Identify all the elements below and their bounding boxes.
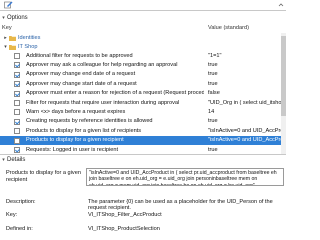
expand-icon[interactable]: ▸ <box>2 35 9 41</box>
option-value: "UID_Org in ( select uid_itshoporg from <box>208 99 286 106</box>
option-key: Approver may ask a colleague for help re… <box>26 61 178 68</box>
collapse-chevron-icon: ▾ <box>2 14 5 21</box>
option-row[interactable]: Approver may change end date of a reques… <box>0 70 286 79</box>
selected-option-label: Products to display for a given recipien… <box>6 170 81 183</box>
scrollbar-thumb[interactable] <box>281 36 286 116</box>
option-checkbox[interactable] <box>14 71 20 78</box>
tree-node-it-shop[interactable]: ▾ IT Shop <box>0 42 286 51</box>
option-key: Products to display for a given list of … <box>26 127 142 134</box>
option-key: Products to display for a given recipien… <box>26 137 124 144</box>
option-row[interactable]: Approver may change start date of a requ… <box>0 79 286 88</box>
value-field[interactable]: "isInActive=0 and UID_AccProduct in ( se… <box>86 168 284 186</box>
details-title: Details <box>7 156 26 163</box>
option-row[interactable]: Approver must enter a reason for rejecti… <box>0 89 286 98</box>
option-key: Filter for requests that require user in… <box>26 99 180 106</box>
option-value: true <box>208 146 218 153</box>
column-header-value[interactable]: Value (standard) <box>208 25 249 31</box>
toolbar <box>0 0 286 10</box>
option-row[interactable]: Products to display for a given recipien… <box>0 135 286 145</box>
description-value: The parameter {0} can be used as a place… <box>88 199 273 211</box>
option-value: 14 <box>208 108 215 115</box>
option-key: Warn <x> days before a request expires <box>26 108 126 115</box>
option-checkbox[interactable] <box>14 53 20 59</box>
divider <box>0 10 286 11</box>
option-checkbox[interactable] <box>14 128 20 135</box>
option-value: "isInActive=0 and UID_AccProduct in <box>208 137 286 144</box>
option-key: Approver may change end date of a reques… <box>26 71 136 78</box>
tree-node-label: Identities <box>18 34 41 41</box>
option-row[interactable]: Approver may ask a colleague for help re… <box>0 60 286 69</box>
option-checkbox[interactable] <box>14 90 20 97</box>
folder-icon <box>9 35 16 41</box>
option-value: true <box>208 118 218 125</box>
options-title: Options <box>7 14 28 21</box>
option-row[interactable]: Requests: Logged in user is recipient tru… <box>0 145 286 154</box>
option-checkbox[interactable] <box>14 100 20 106</box>
option-checkbox[interactable] <box>14 62 20 69</box>
option-row[interactable]: Warn <x> days before a request expires 14 <box>0 107 286 116</box>
option-key: Requests: Logged in user is recipient <box>26 146 119 153</box>
option-key: Approver must enter a reason for rejecti… <box>26 90 204 97</box>
option-checkbox[interactable] <box>14 137 20 144</box>
option-row[interactable]: Filter for requests that require user in… <box>0 98 286 107</box>
option-key: Additional filter for requests to be app… <box>26 52 133 59</box>
description-label: Description: <box>6 199 36 205</box>
option-value: true <box>208 80 218 87</box>
option-checkbox[interactable] <box>14 118 20 125</box>
collapse-icon[interactable]: ▾ <box>2 44 9 50</box>
edit-icon[interactable] <box>4 1 13 9</box>
column-header-key[interactable]: Key <box>2 25 12 31</box>
tree-node-identities[interactable]: ▸ Identities <box>0 33 286 42</box>
options-section-header[interactable]: ▾ Options <box>0 13 286 22</box>
option-checkbox[interactable] <box>14 109 20 116</box>
option-value: "isInActive=0 and UID_AccProduct in <box>208 127 286 134</box>
chevron-up-icon[interactable] <box>278 2 284 8</box>
option-value: true <box>208 71 218 78</box>
option-value: false <box>208 90 220 97</box>
option-value: "1=1" <box>208 52 222 59</box>
defined-in-label: Defined in: <box>6 226 33 232</box>
details-section-header[interactable]: ▾ Details <box>0 155 286 164</box>
option-key: Creating requests by reference identitie… <box>26 118 153 125</box>
option-checkbox[interactable] <box>14 147 20 153</box>
key-value: VI_ITShop_Filter_AccProduct <box>88 212 162 218</box>
defined-in-value: VI_ITShop_ProductSelection <box>88 226 160 232</box>
option-row[interactable]: Products to display for a given list of … <box>0 126 286 135</box>
option-row[interactable]: Additional filter for requests to be app… <box>0 51 286 60</box>
folder-icon <box>9 44 16 50</box>
option-row[interactable]: Creating requests by reference identitie… <box>0 117 286 126</box>
tree-node-label: IT Shop <box>18 43 38 50</box>
option-checkbox[interactable] <box>14 81 20 88</box>
option-key: Approver may change start date of a requ… <box>26 80 137 87</box>
option-value: true <box>208 61 218 68</box>
collapse-chevron-icon: ▾ <box>2 156 5 163</box>
key-label: Key: <box>6 212 18 218</box>
